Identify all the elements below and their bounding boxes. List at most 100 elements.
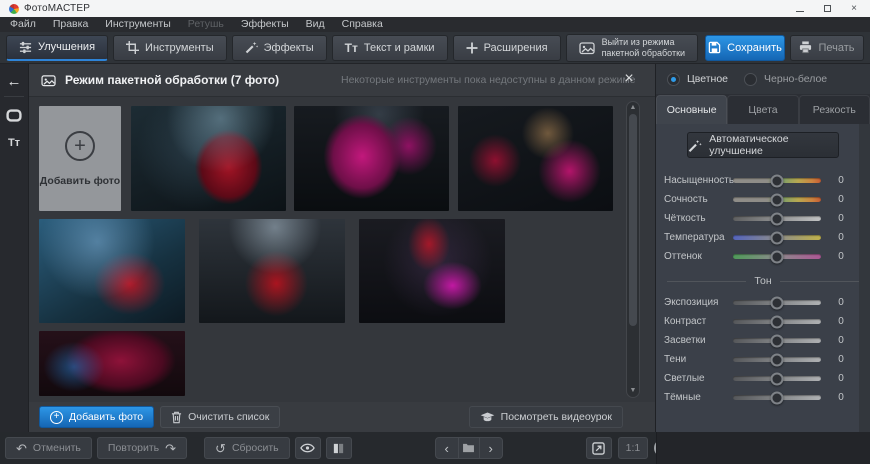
graduation-cap-icon (480, 412, 495, 423)
slider-row: Светлые 0 (656, 369, 870, 388)
close-icon[interactable]: × (851, 4, 857, 14)
photos-icon (579, 41, 596, 55)
scroll-up-icon[interactable]: ▲ (627, 103, 639, 113)
undo-button[interactable]: ↶ Отменить (5, 437, 92, 459)
text-icon: Tт (345, 42, 358, 54)
text-tool-button[interactable]: Tт (0, 133, 28, 153)
slider-row: Экспозиция 0 (656, 293, 870, 312)
slider-thumb[interactable] (771, 212, 784, 225)
bw-mode-radio[interactable]: Черно-белое (744, 73, 827, 86)
floppy-icon (708, 41, 721, 54)
restore-icon[interactable] (824, 5, 831, 12)
tab-extensions[interactable]: Расширения (453, 35, 561, 61)
highlights-slider[interactable] (733, 338, 821, 343)
scrollbar-thumb[interactable] (629, 114, 637, 326)
shadows-slider[interactable] (733, 357, 821, 362)
photo-thumbnail[interactable] (458, 106, 613, 211)
before-after-button[interactable] (326, 437, 352, 459)
whites-slider[interactable] (733, 376, 821, 381)
prev-photo-button[interactable]: ‹ (436, 438, 458, 458)
photo-thumbnail[interactable] (199, 219, 345, 323)
panel-tabs: Основные Цвета Резкость (656, 94, 870, 124)
exit-batch-mode-button[interactable]: Выйти из режимапакетной обработки (566, 34, 698, 62)
clarity-slider[interactable] (733, 216, 821, 221)
menu-help[interactable]: Справка (342, 19, 383, 30)
window-controls: × (796, 4, 861, 14)
tab-effects[interactable]: Эффекты (232, 35, 327, 61)
add-photo-tile[interactable]: + Добавить фото (39, 106, 121, 211)
photo-thumbnail[interactable] (294, 106, 449, 211)
slider-thumb[interactable] (771, 296, 784, 309)
clear-list-button[interactable]: Очистить список (160, 406, 280, 428)
save-button[interactable]: Сохранить (705, 35, 785, 61)
scroll-down-icon[interactable]: ▼ (627, 386, 639, 396)
tab-enhancements[interactable]: Улучшения (6, 35, 108, 61)
watch-tutorial-button[interactable]: Посмотреть видеоурок (469, 406, 623, 428)
menu-file[interactable]: Файл (10, 19, 36, 30)
tint-slider[interactable] (733, 254, 821, 259)
contrast-slider[interactable] (733, 319, 821, 324)
blacks-slider[interactable] (733, 395, 821, 400)
menu-view[interactable]: Вид (306, 19, 325, 30)
vibrance-slider[interactable] (733, 197, 821, 202)
slider-thumb[interactable] (771, 174, 784, 187)
actual-size-button[interactable]: 1:1 (618, 437, 649, 459)
fit-to-screen-button[interactable] (586, 437, 612, 459)
menu-tools[interactable]: Инструменты (105, 19, 170, 30)
slider-thumb[interactable] (771, 353, 784, 366)
right-panel-scroll-track[interactable] (859, 124, 870, 432)
tab-text-frames[interactable]: Tт Текст и рамки (332, 35, 448, 61)
back-button[interactable]: ← (0, 72, 28, 92)
slider-thumb[interactable] (771, 391, 784, 404)
preview-original-button[interactable] (295, 437, 321, 459)
menu-effects[interactable]: Эффекты (241, 19, 289, 30)
slider-row: Тёмные 0 (656, 388, 870, 407)
grid-scrollbar[interactable]: ▲ ▼ (626, 101, 640, 398)
photo-thumbnail[interactable] (39, 331, 185, 396)
exposure-slider[interactable] (733, 300, 821, 305)
plus-icon (466, 42, 478, 54)
photo-grid: + Добавить фото ▲ ▼ (29, 96, 655, 402)
content-area: ← Tт Режим пакетной обработки (7 фото) Н… (0, 64, 870, 432)
menu-retouch: Ретушь (188, 19, 224, 30)
tab-colors[interactable]: Цвета (727, 95, 798, 124)
slider-thumb[interactable] (771, 231, 784, 244)
magic-wand-stars-icon (688, 139, 702, 152)
add-photo-button[interactable]: + Добавить фото (39, 406, 154, 428)
close-batch-icon[interactable]: × (619, 69, 639, 89)
slider-thumb[interactable] (771, 372, 784, 385)
text-tool-icon: Tт (8, 137, 20, 149)
right-panel: Цветное Черно-белое Основные Цвета Резко… (656, 64, 870, 432)
reset-button[interactable]: ↺ Сбросить (204, 437, 290, 459)
folder-icon (462, 443, 475, 453)
slider-thumb[interactable] (771, 315, 784, 328)
tab-sharpness[interactable]: Резкость (799, 95, 870, 124)
compare-icon (332, 442, 345, 455)
open-folder-button[interactable] (458, 438, 480, 458)
basic-tab-panel: Автоматическое улучшение Насыщенность 0 … (656, 124, 870, 432)
tab-basic[interactable]: Основные (656, 95, 727, 124)
menu-edit[interactable]: Правка (53, 19, 88, 30)
print-button[interactable]: Печать (790, 35, 864, 61)
tab-tools[interactable]: Инструменты (113, 35, 227, 61)
temperature-slider[interactable] (733, 235, 821, 240)
slider-thumb[interactable] (771, 250, 784, 263)
slider-thumb[interactable] (771, 334, 784, 347)
next-photo-button[interactable]: › (480, 438, 502, 458)
radio-icon (744, 73, 757, 86)
batch-title: Режим пакетной обработки (7 фото) (65, 73, 279, 87)
photo-thumbnail[interactable] (359, 219, 505, 323)
auto-enhance-button[interactable]: Автоматическое улучшение (687, 132, 839, 158)
photo-thumbnail[interactable] (39, 219, 185, 323)
left-tool-strip: ← Tт (0, 64, 28, 432)
eye-icon (300, 443, 315, 453)
tone-sliders: Экспозиция 0 Контраст 0 Засветки 0 (656, 293, 870, 407)
minimize-icon[interactable] (796, 6, 804, 12)
redo-button[interactable]: Повторить ↷ (97, 437, 187, 459)
vignette-tool-button[interactable] (0, 105, 28, 125)
saturation-slider[interactable] (733, 178, 821, 183)
photo-navigation: ‹ › (435, 437, 503, 459)
slider-thumb[interactable] (771, 193, 784, 206)
photo-thumbnail[interactable] (131, 106, 286, 211)
color-mode-radio[interactable]: Цветное (667, 73, 728, 86)
